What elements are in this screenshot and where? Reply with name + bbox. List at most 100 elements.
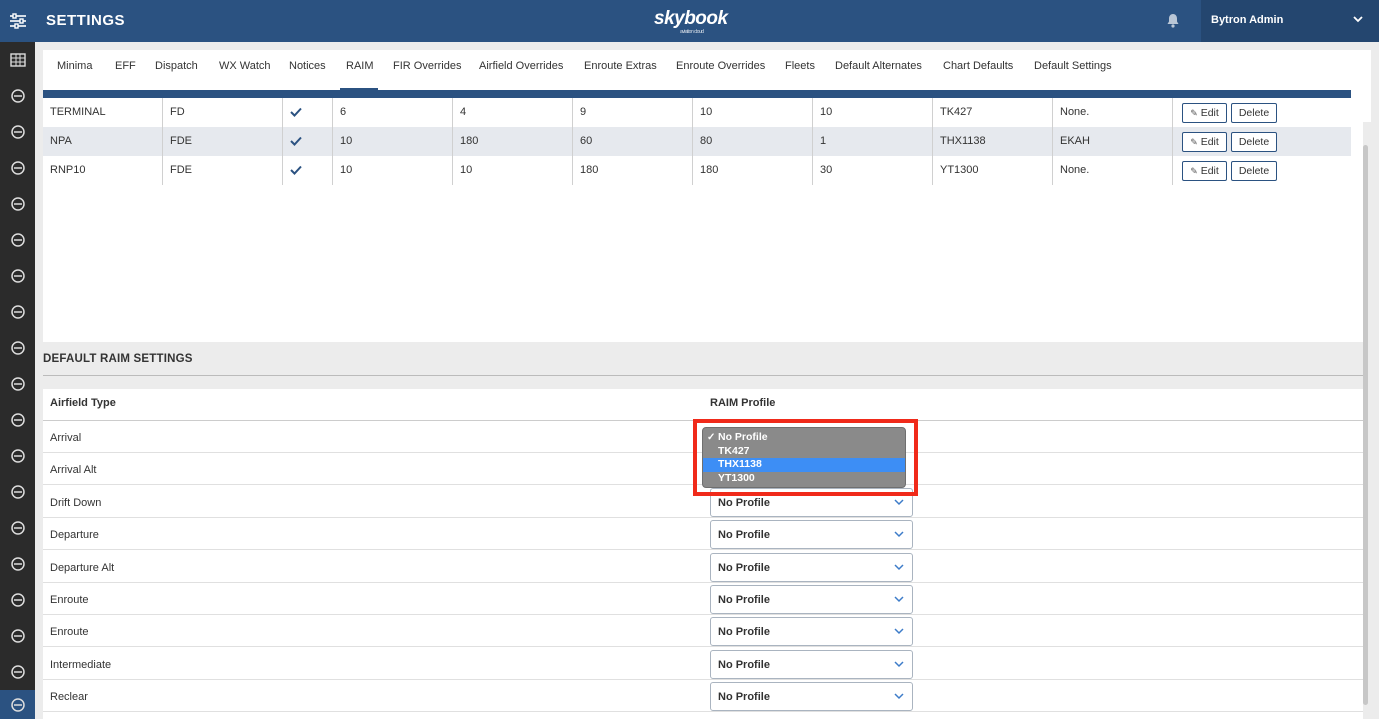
- skybook-logo: skybook aviation cloud: [654, 8, 728, 35]
- select-value: No Profile: [718, 691, 770, 704]
- check-icon: [282, 98, 332, 127]
- grid-icon[interactable]: [0, 42, 35, 78]
- delete-button[interactable]: Delete: [1231, 132, 1277, 152]
- select-value: No Profile: [718, 496, 770, 509]
- column-header-airfield-type: Airfield Type: [50, 397, 116, 409]
- gears-icon[interactable]: [0, 474, 35, 510]
- table-cell-c2: 4: [452, 98, 572, 127]
- plane-alt-icon[interactable]: [0, 258, 35, 294]
- list-icon[interactable]: [0, 222, 35, 258]
- user-icon[interactable]: [0, 510, 35, 546]
- clipboard-icon[interactable]: [0, 402, 35, 438]
- divider: [43, 375, 1363, 376]
- raim-profile-select[interactable]: No Profile: [710, 649, 913, 679]
- warning-icon[interactable]: [0, 618, 35, 654]
- weather-icon[interactable]: [0, 294, 35, 330]
- tab-fir-overrides[interactable]: FIR Overrides: [393, 60, 461, 72]
- route-plane-icon[interactable]: [0, 114, 35, 150]
- chevron-down-icon: [894, 499, 904, 505]
- section-title: DEFAULT RAIM SETTINGS: [43, 353, 193, 365]
- tab-raim[interactable]: RAIM: [346, 60, 374, 72]
- table-cell-c1: 6: [332, 98, 452, 127]
- table-cell-c1: 10: [332, 156, 452, 185]
- delete-button[interactable]: Delete: [1231, 103, 1277, 123]
- monitor-icon[interactable]: [0, 582, 35, 618]
- raim-profile-select[interactable]: No Profile: [710, 682, 913, 712]
- raim-profile-select[interactable]: No Profile: [710, 617, 913, 647]
- sidebar: [0, 42, 35, 719]
- actions-cell: ✎ Edit Delete: [1172, 98, 1351, 127]
- main-content: Minima EFF Dispatch WX Watch Notices RAIM FIR …: [35, 42, 1379, 719]
- edit-label: Edit: [1200, 165, 1219, 177]
- table-cell-type: FD: [162, 98, 282, 127]
- gauge-icon[interactable]: [0, 150, 35, 186]
- settings-row: Departure Alt No Profile: [43, 551, 1363, 583]
- tab-enroute-overrides[interactable]: Enroute Overrides: [676, 60, 765, 72]
- tab-airfield-overrides[interactable]: Airfield Overrides: [479, 60, 563, 72]
- table-row: NPA FDE 10 180 60 80 1 THX1138 EKAH ✎ Edit Delete: [43, 127, 1351, 156]
- select-value: No Profile: [718, 561, 770, 574]
- table-cell-alt: EKAH: [1052, 127, 1172, 156]
- tab-fleets[interactable]: Fleets: [785, 60, 815, 72]
- chevron-down-icon: [1353, 16, 1363, 23]
- airfield-type-label: Departure Alt: [50, 561, 115, 574]
- table-cell-name: TERMINAL: [50, 106, 106, 118]
- pin-icon[interactable]: [0, 330, 35, 366]
- tab-default-settings[interactable]: Default Settings: [1034, 60, 1112, 72]
- airfield-type-label: Enroute: [50, 594, 89, 606]
- raim-profile-select[interactable]: No Profile: [710, 585, 913, 614]
- table-cell-alt: None.: [1052, 156, 1172, 185]
- chevron-down-icon: [894, 661, 904, 667]
- tab-enroute-extras[interactable]: Enroute Extras: [584, 60, 657, 72]
- document-box-icon[interactable]: [0, 366, 35, 402]
- tab-eff[interactable]: EFF: [115, 60, 136, 72]
- tab-chart-defaults[interactable]: Chart Defaults: [943, 60, 1013, 72]
- table-cell-c5: 1: [812, 127, 932, 156]
- select-value: No Profile: [718, 529, 770, 542]
- bar-chart-icon[interactable]: [0, 438, 35, 474]
- table-cell-c5: 10: [812, 98, 932, 127]
- airfield-type-label: Reclear: [50, 691, 88, 704]
- sliders-menu-icon[interactable]: [0, 0, 35, 42]
- presentation-icon[interactable]: [0, 186, 35, 222]
- raim-profile-select[interactable]: No Profile: [710, 520, 913, 550]
- chevron-down-icon: [894, 564, 904, 570]
- pencil-icon: ✎: [1190, 137, 1198, 147]
- edit-button[interactable]: ✎ Edit: [1182, 161, 1227, 181]
- select-value: No Profile: [718, 594, 770, 606]
- bell-icon[interactable]: [1166, 13, 1180, 31]
- tab-notices[interactable]: Notices: [289, 60, 326, 72]
- user-menu[interactable]: Bytron Admin: [1201, 0, 1379, 42]
- sliders-icon[interactable]: [0, 690, 35, 719]
- actions-cell: ✎ Edit Delete: [1172, 156, 1351, 185]
- table-row: RNP10 FDE 10 10 180 180 30 YT1300 None. ✎ Edit Del…: [43, 156, 1351, 185]
- chevron-down-icon: [894, 596, 904, 603]
- settings-row: Departure No Profile: [43, 518, 1363, 551]
- table-cell-profile: TK427: [932, 98, 1052, 127]
- select-value: No Profile: [718, 658, 770, 671]
- tab-dispatch[interactable]: Dispatch: [155, 60, 198, 72]
- raim-profile-select[interactable]: No Profile: [710, 552, 913, 582]
- table-cell-type: FDE: [162, 127, 282, 156]
- airfield-type-label: Arrival Alt: [50, 464, 97, 477]
- plane-gear-icon[interactable]: [0, 654, 35, 690]
- delete-button[interactable]: Delete: [1231, 161, 1277, 181]
- table-header-bar: [43, 90, 1351, 98]
- edit-button[interactable]: ✎ Edit: [1182, 103, 1227, 123]
- table-cell-c4: 180: [692, 156, 812, 185]
- select-value: No Profile: [718, 626, 770, 639]
- plane-icon[interactable]: [0, 78, 35, 114]
- table-cell-name: NPA: [50, 135, 72, 147]
- edit-label: Edit: [1200, 136, 1219, 148]
- file-icon[interactable]: [0, 546, 35, 582]
- pencil-icon: ✎: [1190, 108, 1198, 118]
- edit-button[interactable]: ✎ Edit: [1182, 132, 1227, 152]
- edit-label: Edit: [1200, 107, 1219, 119]
- tab-minima[interactable]: Minima: [57, 60, 92, 72]
- table-cell-c4: 10: [692, 98, 812, 127]
- tab-default-alternates[interactable]: Default Alternates: [835, 60, 922, 72]
- settings-row: Intermediate No Profile: [43, 648, 1363, 680]
- top-bar: SETTINGS skybook aviation cloud Bytron Ad…: [0, 0, 1379, 42]
- scrollbar-thumb[interactable]: [1363, 145, 1368, 705]
- tab-wx-watch[interactable]: WX Watch: [219, 60, 271, 72]
